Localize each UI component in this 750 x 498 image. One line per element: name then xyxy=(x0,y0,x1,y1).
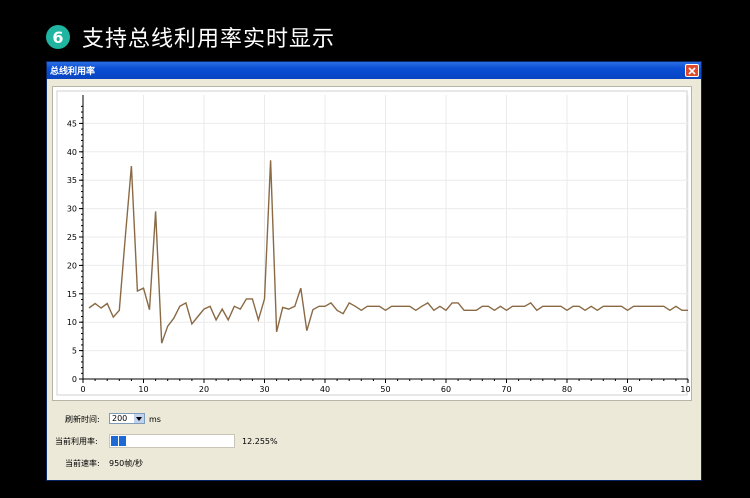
utilization-progress-fill xyxy=(111,436,126,446)
refresh-label: 刷新时间: xyxy=(65,415,100,424)
refresh-interval-select[interactable]: 200 xyxy=(109,413,145,424)
close-button[interactable] xyxy=(685,64,699,77)
bus-utilization-window: 总线利用率 0 10 20 30 40 50 60 70 80 90 100 0 5 10 15 20 25 30… xyxy=(46,61,702,481)
y-tick-label: 30 xyxy=(67,205,77,214)
utilization-chart: 0 10 20 30 40 50 60 70 80 90 100 0 5 10 15 20 25 30 35 40 45 xyxy=(52,86,692,401)
x-tick-label: 40 xyxy=(320,385,330,394)
y-tick-label: 40 xyxy=(67,148,77,157)
x-tick-label: 30 xyxy=(259,385,269,394)
section-title: 支持总线利用率实时显示 xyxy=(82,27,336,52)
window-titlebar[interactable]: 总线利用率 xyxy=(47,62,701,79)
rate-label: 当前速率: xyxy=(65,459,100,468)
x-tick-label: 0 xyxy=(80,385,85,394)
section-heading: 6 支持总线利用率实时显示 xyxy=(46,22,335,52)
utilization-label: 当前利用率: xyxy=(55,437,98,446)
controls-panel: 刷新时间: 200 ms 当前利用率: 12.255% 当前速率: 950帧/秒 xyxy=(47,407,701,477)
plot-border xyxy=(56,90,688,396)
y-tick-label: 10 xyxy=(67,318,77,327)
chart-canvas: 0 10 20 30 40 50 60 70 80 90 100 0 5 10 15 20 25 30 35 40 45 xyxy=(56,90,691,396)
dropdown-arrow-icon[interactable] xyxy=(134,414,144,423)
window-title: 总线利用率 xyxy=(50,67,96,77)
close-icon xyxy=(688,66,696,75)
utilization-progress-bar xyxy=(109,434,235,448)
x-tick-label: 90 xyxy=(622,385,632,394)
y-tick-label: 0 xyxy=(72,375,77,384)
utilization-series-line xyxy=(88,160,688,344)
x-tick-label: 80 xyxy=(562,385,572,394)
step-number-badge: 6 xyxy=(46,25,70,49)
x-tick-label: 10 xyxy=(138,385,148,394)
x-tick-label: 50 xyxy=(380,385,390,394)
utilization-value: 12.255% xyxy=(242,437,278,446)
y-tick-label: 5 xyxy=(72,347,77,356)
refresh-interval-value: 200 xyxy=(112,414,128,423)
y-tick-label: 35 xyxy=(67,176,77,185)
refresh-unit: ms xyxy=(149,415,161,424)
y-tick-label: 15 xyxy=(67,290,77,299)
y-tick-label: 45 xyxy=(67,119,77,128)
x-tick-label: 20 xyxy=(199,385,209,394)
x-tick-label: 100 xyxy=(680,385,691,394)
progress-block xyxy=(111,436,118,446)
x-tick-label: 70 xyxy=(501,385,511,394)
rate-value: 950帧/秒 xyxy=(109,459,143,468)
progress-block xyxy=(119,436,126,446)
x-tick-label: 60 xyxy=(441,385,451,394)
y-tick-label: 20 xyxy=(67,261,77,270)
y-tick-label: 25 xyxy=(67,233,77,242)
